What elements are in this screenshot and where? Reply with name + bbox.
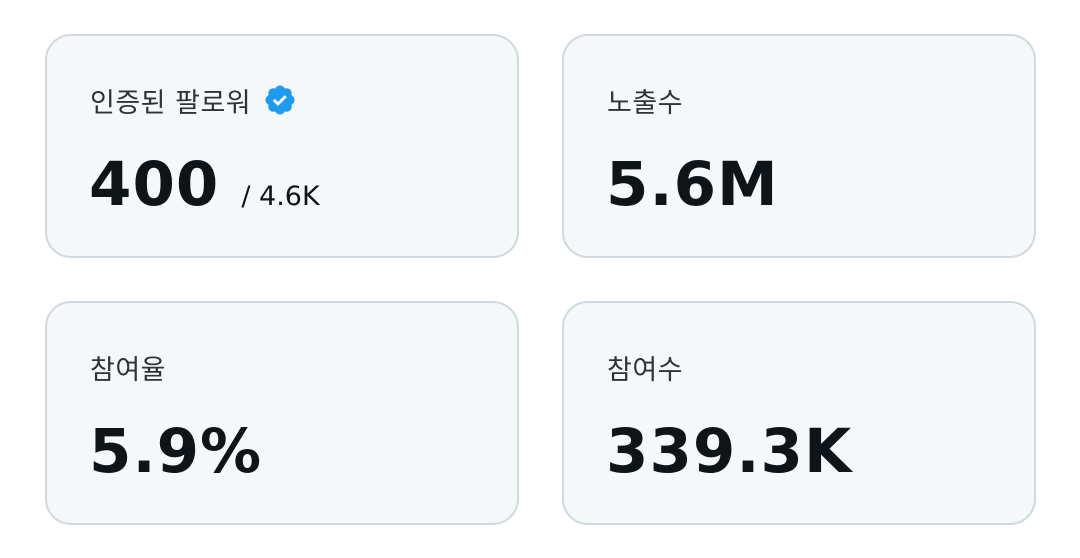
card-label: 노출수	[607, 87, 684, 119]
card-label: 인증된 팔로워	[90, 87, 252, 119]
engagement-rate-card[interactable]: 참여율 5.9%	[45, 301, 519, 525]
card-header: 참여율	[90, 347, 166, 387]
card-header: 참여수	[607, 347, 683, 387]
card-value-row: 400 / 4.6K	[89, 154, 320, 215]
verified-followers-value: 400	[89, 149, 220, 220]
card-value-row: 339.3K	[606, 421, 852, 482]
card-label: 참여수	[607, 354, 684, 386]
card-value-row: 5.9%	[89, 421, 262, 482]
metrics-grid: 인증된 팔로워 400 / 4.6K 노출수 5.6M 참여율 5.9% 참여수…	[0, 0, 1080, 558]
impressions-card[interactable]: 노출수 5.6M	[562, 34, 1036, 258]
card-value-row: 5.6M	[606, 154, 779, 215]
card-header: 인증된 팔로워	[90, 80, 297, 120]
total-followers-value: / 4.6K	[241, 181, 320, 212]
card-label: 참여율	[90, 354, 167, 386]
verified-followers-card[interactable]: 인증된 팔로워 400 / 4.6K	[45, 34, 519, 258]
engagement-rate-value: 5.9%	[89, 416, 263, 487]
verified-badge-icon	[263, 83, 297, 117]
impressions-value: 5.6M	[606, 149, 779, 220]
engagements-value: 339.3K	[606, 416, 853, 487]
card-header: 노출수	[607, 80, 683, 120]
engagements-card[interactable]: 참여수 339.3K	[562, 301, 1036, 525]
